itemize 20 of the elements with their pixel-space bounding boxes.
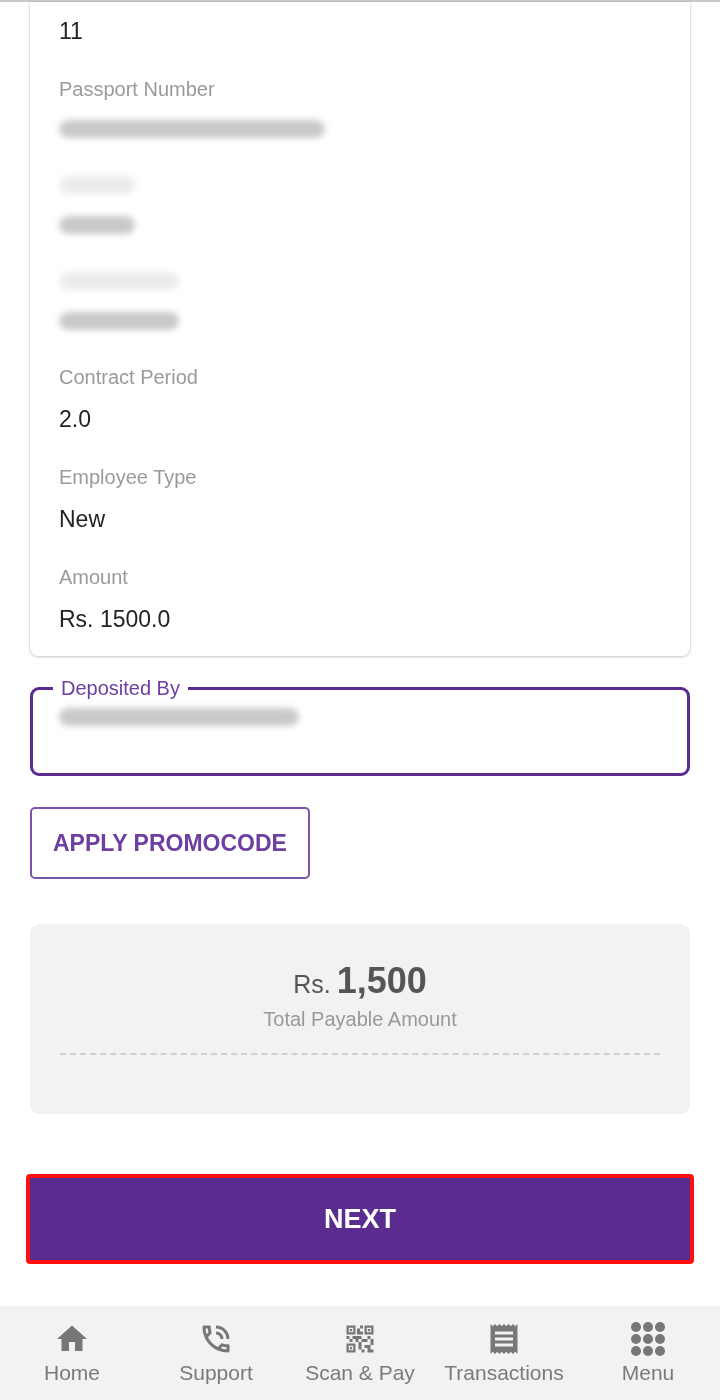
grid-dots-icon (630, 1321, 666, 1357)
nav-item[interactable]: Menu (576, 1321, 720, 1385)
field-label: Passport Number (59, 77, 216, 102)
total-caption: Total Payable Amount (263, 1008, 457, 1031)
field-value: 2.0 (59, 405, 92, 434)
field-value: New (59, 505, 106, 534)
total-amount: 1,500 (336, 960, 427, 1002)
field-label: Deposited By (60, 676, 181, 700)
field-value: 11 (59, 17, 84, 46)
nav-item[interactable]: Support (144, 1321, 288, 1385)
currency-label: Rs. (293, 970, 331, 999)
nav-item[interactable]: Scan & Pay (288, 1321, 432, 1385)
nav-item[interactable]: Home (0, 1321, 144, 1385)
apply-promocode-button[interactable]: APPLY PROMOCODE (30, 807, 310, 879)
next-button[interactable]: NEXT (26, 1174, 694, 1264)
field-label: Contract Period (59, 365, 199, 390)
field-value: Rs. 1500.0 (59, 605, 172, 634)
field-label: Amount (59, 565, 129, 590)
field-label: Employee Type (59, 465, 198, 490)
nav-item[interactable]: Transactions (432, 1321, 576, 1385)
